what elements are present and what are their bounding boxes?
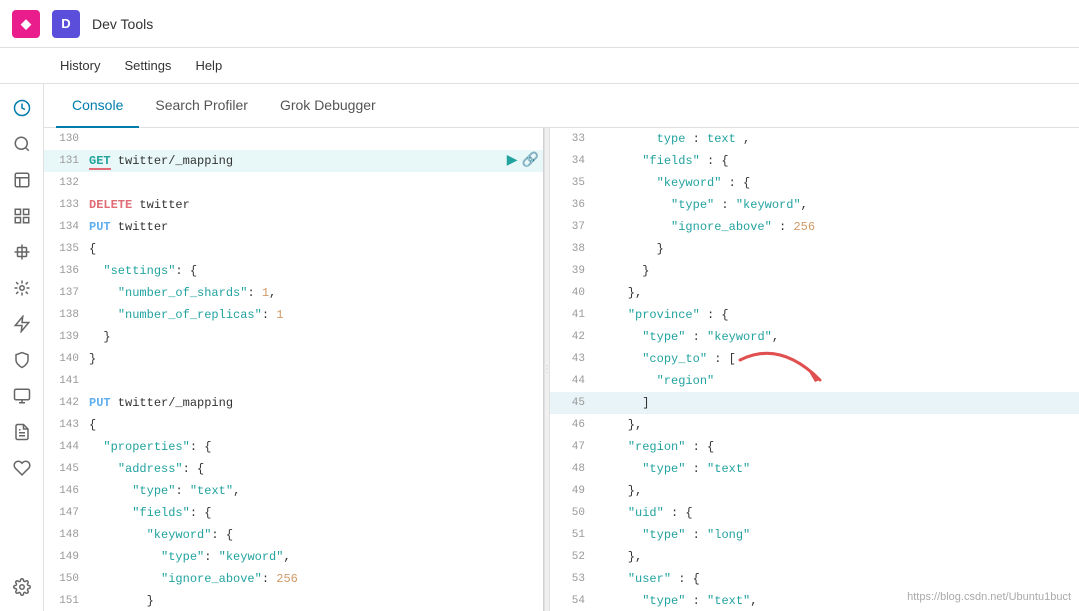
json-line-42: 42 "type" : "keyword", <box>550 326 1079 348</box>
code-line-132: 132 <box>44 172 543 194</box>
sidebar-icon-logs[interactable] <box>6 416 38 448</box>
sidebar-icon-apm[interactable] <box>6 308 38 340</box>
code-line-140: 140 } <box>44 348 543 370</box>
dev-badge: D <box>52 10 80 38</box>
json-line-34: 34 "fields" : { <box>550 150 1079 172</box>
code-editor[interactable]: 130 131 GET twitter/_mapping ▶ 🔗 <box>44 128 543 611</box>
json-line-35: 35 "keyword" : { <box>550 172 1079 194</box>
sidebar-icon-siem[interactable] <box>6 344 38 376</box>
code-line-146: 146 "type": "text", <box>44 480 543 502</box>
sidebar-icon-uptime[interactable] <box>6 452 38 484</box>
top-bar: ◆ D Dev Tools <box>0 0 1079 48</box>
json-line-38: 38 } <box>550 238 1079 260</box>
code-line-133: 133 DELETE twitter <box>44 194 543 216</box>
json-line-51: 51 "type" : "long" <box>550 524 1079 546</box>
code-line-134: 134 PUT twitter <box>44 216 543 238</box>
menu-bar: History Settings Help <box>0 48 1079 84</box>
json-line-44: 44 "region" <box>550 370 1079 392</box>
json-line-40: 40 }, <box>550 282 1079 304</box>
sidebar-icon-discover[interactable] <box>6 128 38 160</box>
code-line-141: 141 <box>44 370 543 392</box>
json-line-37: 37 "ignore_above" : 256 <box>550 216 1079 238</box>
code-line-137: 137 "number_of_shards": 1, <box>44 282 543 304</box>
code-line-151: 151 } <box>44 590 543 611</box>
menu-history[interactable]: History <box>48 48 112 84</box>
code-line-139: 139 } <box>44 326 543 348</box>
json-line-53: 53 "user" : { <box>550 568 1079 590</box>
sidebar-icon-canvas[interactable] <box>6 236 38 268</box>
sidebar-icon-infra[interactable] <box>6 380 38 412</box>
json-line-36: 36 "type" : "keyword", <box>550 194 1079 216</box>
json-output[interactable]: 33 type : text , 34 "fields" : { 35 <box>550 128 1079 611</box>
run-button[interactable]: ▶ <box>507 151 518 168</box>
app-title: Dev Tools <box>92 16 153 32</box>
line-131-actions: ▶ 🔗 <box>507 151 543 168</box>
menu-settings[interactable]: Settings <box>112 48 183 84</box>
json-line-41: 41 "province" : { <box>550 304 1079 326</box>
code-line-130: 130 <box>44 128 543 150</box>
main-layout: Console Search Profiler Grok Debugger 13… <box>0 84 1079 611</box>
code-line-148: 148 "keyword": { <box>44 524 543 546</box>
content-area: Console Search Profiler Grok Debugger 13… <box>44 84 1079 611</box>
kibana-logo: ◆ <box>12 10 40 38</box>
json-line-45: 45 ] <box>550 392 1079 414</box>
json-line-52: 52 }, <box>550 546 1079 568</box>
tab-search-profiler[interactable]: Search Profiler <box>139 84 264 128</box>
code-line-142: 142 PUT twitter/_mapping <box>44 392 543 414</box>
sidebar-icon-settings[interactable] <box>6 571 38 603</box>
json-line-39: 39 } <box>550 260 1079 282</box>
json-line-46: 46 }, <box>550 414 1079 436</box>
code-line-136: 136 "settings": { <box>44 260 543 282</box>
sidebar-icon-ml[interactable] <box>6 272 38 304</box>
code-line-149: 149 "type": "keyword", <box>44 546 543 568</box>
json-line-33: 33 type : text , <box>550 128 1079 150</box>
code-line-138: 138 "number_of_replicas": 1 <box>44 304 543 326</box>
sidebar <box>0 84 44 611</box>
code-line-143: 143 { <box>44 414 543 436</box>
code-line-145: 145 "address": { <box>44 458 543 480</box>
json-line-47: 47 "region" : { <box>550 436 1079 458</box>
json-line-50: 50 "uid" : { <box>550 502 1079 524</box>
sidebar-icon-clock[interactable] <box>6 92 38 124</box>
tab-console[interactable]: Console <box>56 84 139 128</box>
json-output-pane: 33 type : text , 34 "fields" : { 35 <box>550 128 1079 611</box>
json-line-54: 54 "type" : "text", <box>550 590 1079 611</box>
menu-help[interactable]: Help <box>183 48 234 84</box>
tabs-bar: Console Search Profiler Grok Debugger <box>44 84 1079 128</box>
tab-grok-debugger[interactable]: Grok Debugger <box>264 84 392 128</box>
code-line-147: 147 "fields": { <box>44 502 543 524</box>
code-line-150: 150 "ignore_above": 256 <box>44 568 543 590</box>
copy-link-button[interactable]: 🔗 <box>522 151 539 168</box>
json-line-49: 49 }, <box>550 480 1079 502</box>
code-line-144: 144 "properties": { <box>44 436 543 458</box>
code-line-131: 131 GET twitter/_mapping ▶ 🔗 <box>44 150 543 172</box>
code-editor-pane: 130 131 GET twitter/_mapping ▶ 🔗 <box>44 128 544 611</box>
json-content: 33 type : text , 34 "fields" : { 35 <box>550 128 1079 611</box>
code-line-135: 135 { <box>44 238 543 260</box>
editor-area: 130 131 GET twitter/_mapping ▶ 🔗 <box>44 128 1079 611</box>
json-line-48: 48 "type" : "text" <box>550 458 1079 480</box>
sidebar-icon-visualize[interactable] <box>6 164 38 196</box>
sidebar-icon-dashboard[interactable] <box>6 200 38 232</box>
json-line-43: 43 "copy_to" : [ <box>550 348 1079 370</box>
